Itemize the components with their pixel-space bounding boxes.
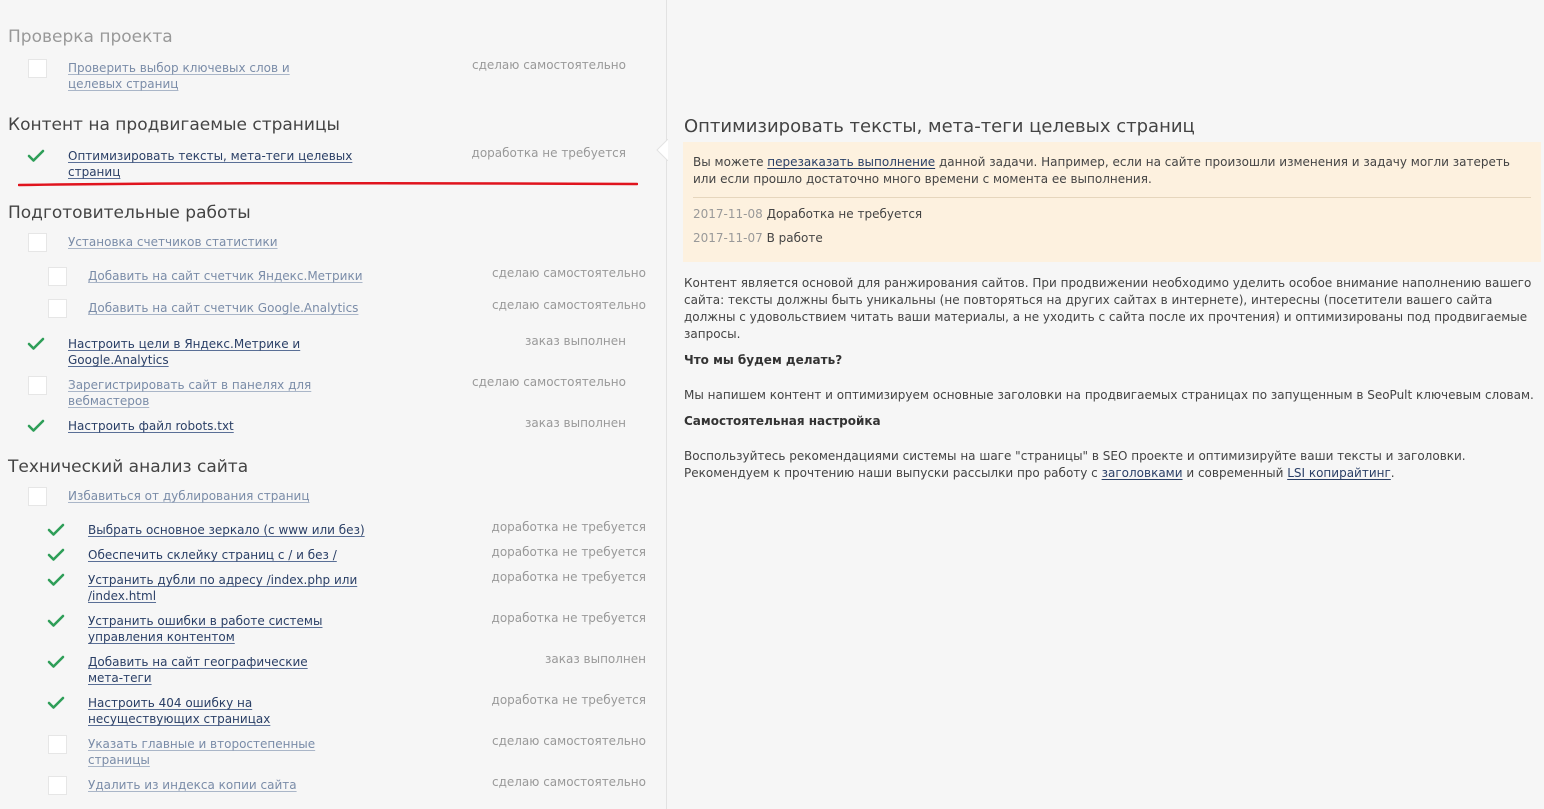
task-status: сделаю самостоятельно [491, 775, 646, 789]
task-link[interactable]: Настроить 404 ошибку на несуществующих с… [88, 695, 358, 727]
task-link[interactable]: Проверить выбор ключевых слов и целевых … [68, 60, 308, 92]
task-status: сделаю самостоятельно [471, 58, 626, 72]
task-checkbox[interactable] [28, 376, 47, 395]
section-title-preparation: Подготовительные работы [8, 203, 251, 223]
task-link[interactable]: Устранить дубли по адресу /index.php или… [88, 572, 358, 604]
task-status: доработка не требуется [491, 693, 646, 707]
section-title-tech-analysis: Технический анализ сайта [8, 457, 249, 477]
notice-text: Вы можете перезаказать выполнение данной… [693, 155, 1510, 186]
what-we-do-heading: Что мы будем делать? [684, 353, 843, 367]
task-link[interactable]: Избавиться от дублирования страниц [68, 488, 328, 504]
detail-title: Оптимизировать тексты, мета-теги целевых… [684, 116, 1195, 137]
task-status: сделаю самостоятельно [491, 266, 646, 280]
task-status: заказ выполнен [524, 416, 626, 430]
task-link[interactable]: Обеспечить склейку страниц с / и без / [88, 547, 368, 563]
section-title-project-check: Проверка проекта [8, 27, 173, 47]
task-link[interactable]: Указать главные и второстепенные страниц… [88, 736, 328, 768]
task-status: сделаю самостоятельно [491, 734, 646, 748]
task-link[interactable]: Добавить на сайт счетчик Google.Analytic… [88, 300, 368, 316]
checkmark-icon [47, 548, 65, 561]
task-status: доработка не требуется [491, 545, 646, 559]
task-checkbox[interactable] [48, 299, 67, 318]
reorder-link[interactable]: перезаказать выполнение [767, 155, 935, 169]
task-status: сделаю самостоятельно [471, 375, 626, 389]
task-detail-panel: Оптимизировать тексты, мета-теги целевых… [667, 0, 1544, 809]
task-checkbox[interactable] [48, 735, 67, 754]
notice-divider [693, 197, 1531, 198]
task-status: доработка не требуется [491, 611, 646, 625]
checkmark-icon [47, 523, 65, 536]
what-we-do-paragraph: Мы напишем контент и оптимизируем основн… [684, 388, 1534, 402]
checkmark-icon [27, 419, 45, 432]
task-checkbox[interactable] [28, 59, 47, 78]
self-setup-paragraph: Воспользуйтесь рекомендациями системы на… [684, 449, 1466, 480]
history-entry: 2017-11-07 В работе [693, 231, 823, 245]
task-status: заказ выполнен [544, 652, 646, 666]
task-link[interactable]: Зарегистрировать сайт в панелях для вебм… [68, 377, 318, 409]
task-link[interactable]: Настроить файл robots.txt [68, 418, 308, 434]
task-link[interactable]: Удалить из индекса копии сайта [88, 777, 348, 793]
checkmark-icon [47, 614, 65, 627]
task-link[interactable]: Настроить цели в Яндекс.Метрике и Google… [68, 336, 308, 368]
task-checkbox[interactable] [28, 233, 47, 252]
task-link[interactable]: Добавить на сайт счетчик Яндекс.Метрики [88, 268, 368, 284]
task-checkbox[interactable] [48, 776, 67, 795]
task-link[interactable]: Выбрать основное зеркало (с www или без) [88, 522, 368, 538]
reorder-notice: Вы можете перезаказать выполнение данной… [683, 142, 1541, 262]
headings-link[interactable]: заголовками [1102, 466, 1183, 480]
checkmark-icon [47, 696, 65, 709]
detail-description: Контент является основой для ранжировани… [684, 275, 1534, 482]
task-link[interactable]: Добавить на сайт географические мета-тег… [88, 654, 338, 686]
history-entry: 2017-11-08 Доработка не требуется [693, 207, 923, 221]
checkmark-icon [27, 337, 45, 350]
task-checkbox[interactable] [28, 487, 47, 506]
task-status: доработка не требуется [491, 570, 646, 584]
checkmark-icon [47, 573, 65, 586]
intro-paragraph: Контент является основой для ранжировани… [684, 276, 1532, 341]
task-status: доработка не требуется [471, 146, 626, 160]
self-setup-heading: Самостоятельная настройка [684, 414, 881, 428]
task-link[interactable]: Оптимизировать тексты, мета-теги целевых… [68, 148, 358, 180]
task-link[interactable]: Устранить ошибки в работе системы управл… [88, 613, 328, 645]
task-status: сделаю самостоятельно [491, 298, 646, 312]
checkmark-icon [47, 655, 65, 668]
checkmark-icon [27, 149, 45, 162]
task-status: доработка не требуется [491, 520, 646, 534]
task-list-panel: Проверка проекта Контент на продвигаемые… [0, 0, 667, 809]
task-link[interactable]: Установка счетчиков статистики [68, 234, 328, 250]
lsi-copywriting-link[interactable]: LSI копирайтинг [1287, 466, 1391, 480]
red-marker-underline [18, 181, 638, 187]
section-title-content: Контент на продвигаемые страницы [8, 115, 340, 135]
task-status: заказ выполнен [524, 334, 626, 348]
task-checkbox[interactable] [48, 267, 67, 286]
